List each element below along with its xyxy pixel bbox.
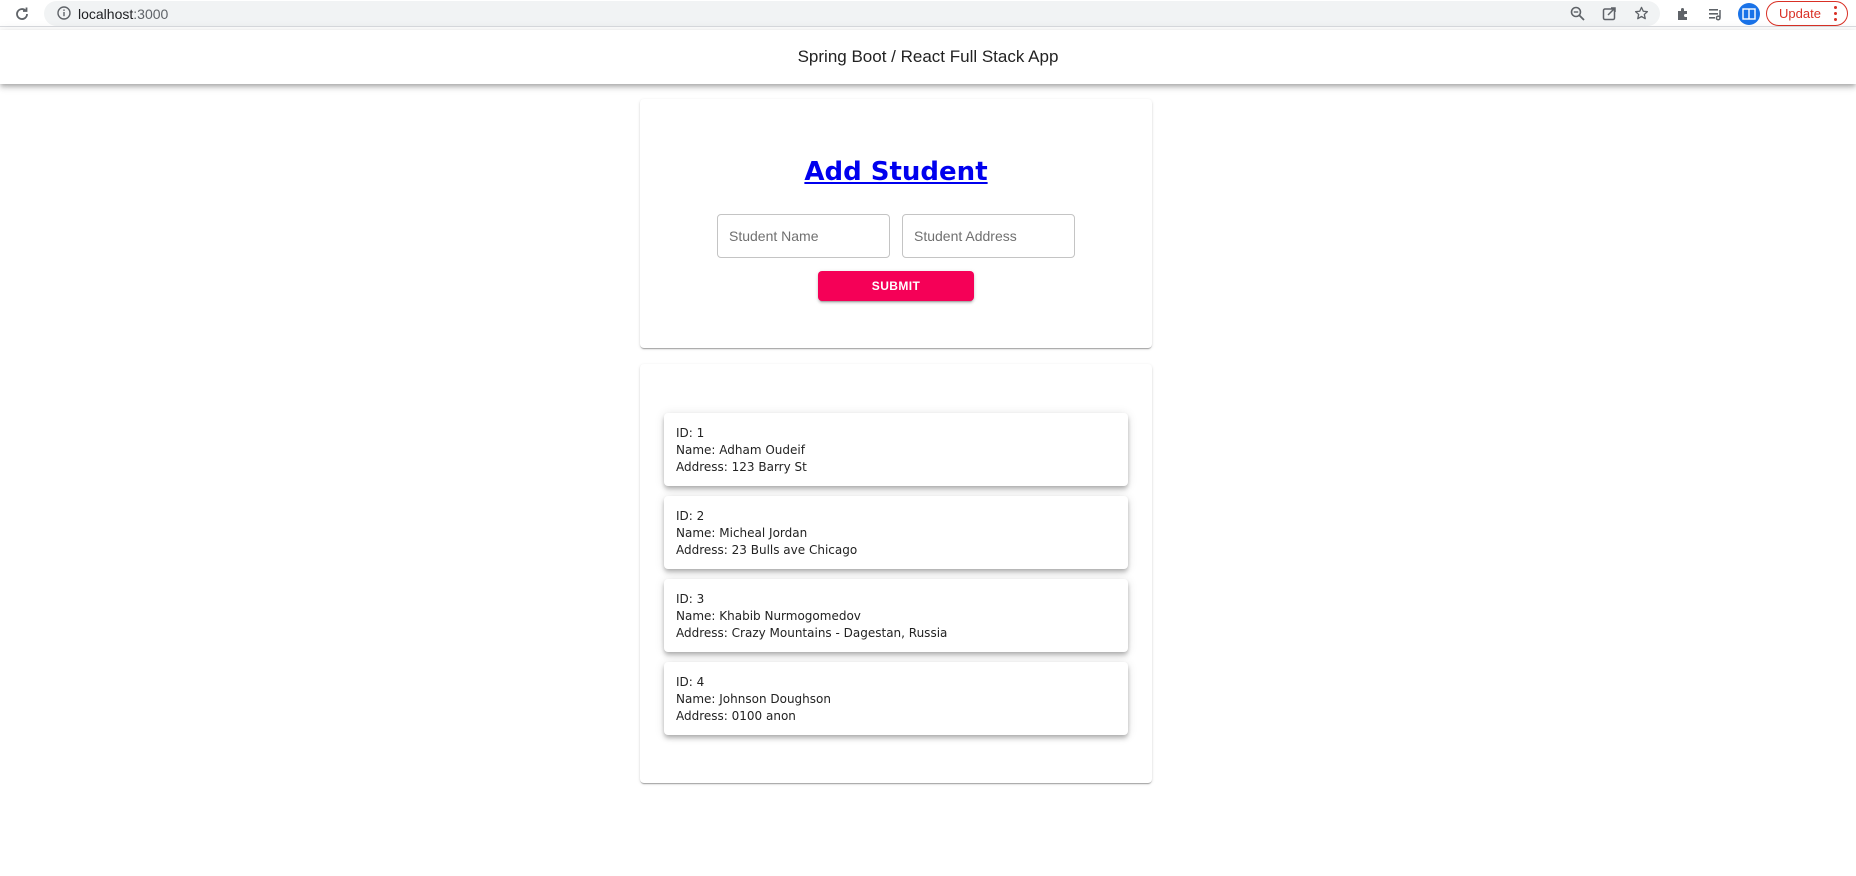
zoom-icon[interactable] [1566,3,1588,25]
extensions-icon[interactable] [1672,3,1694,25]
add-student-title-link[interactable]: Add Student [804,157,987,187]
student-address: Address: 23 Bulls ave Chicago [676,543,858,557]
student-name: Name: Micheal Jordan [676,526,808,540]
student-name-input[interactable] [718,215,889,257]
share-icon[interactable] [1598,3,1620,25]
student-id: ID: 3 [676,592,705,606]
students-list-card: ID: 1 Name: Adham Oudeif Address: 123 Ba… [640,364,1152,783]
info-icon[interactable] [57,6,71,20]
url-text[interactable]: localhost:3000 [78,6,168,22]
browser-toolbar: localhost:3000 Update [0,0,1856,27]
student-address-field[interactable] [902,214,1075,258]
student-card: ID: 2 Name: Micheal Jordan Address: 23 B… [664,496,1128,569]
student-name: Name: Khabib Nurmogomedov [676,609,861,623]
student-id: ID: 1 [676,426,705,440]
app-bar: Spring Boot / React Full Stack App [0,30,1856,84]
add-student-card: Add Student SUBMIT [640,99,1152,348]
student-name: Name: Johnson Doughson [676,692,831,706]
student-name: Name: Adham Oudeif [676,443,805,457]
bookmark-star-icon[interactable] [1630,3,1652,25]
profile-icon[interactable] [1738,2,1760,25]
student-address: Address: Crazy Mountains - Dagestan, Rus… [676,626,948,640]
address-bar[interactable]: localhost:3000 [44,1,1660,26]
update-label: Update [1779,6,1821,21]
update-button[interactable]: Update [1766,1,1848,26]
student-name-field[interactable] [717,214,890,258]
student-card: ID: 3 Name: Khabib Nurmogomedov Address:… [664,579,1128,652]
student-address: Address: 0100 anon [676,709,796,723]
student-card: ID: 4 Name: Johnson Doughson Address: 01… [664,662,1128,735]
student-id: ID: 4 [676,675,705,689]
submit-button[interactable]: SUBMIT [818,271,974,301]
app-title: Spring Boot / React Full Stack App [797,47,1059,66]
reading-list-icon[interactable] [1705,3,1727,25]
student-address-input[interactable] [903,215,1074,257]
menu-dots-icon[interactable] [1834,6,1838,21]
student-card: ID: 1 Name: Adham Oudeif Address: 123 Ba… [664,413,1128,486]
student-id: ID: 2 [676,509,705,523]
url-host: localhost [78,6,134,22]
url-port: :3000 [133,6,169,22]
student-address: Address: 123 Barry St [676,460,807,474]
reload-icon[interactable] [12,4,31,23]
form-title-container: Add Student [640,157,1152,187]
